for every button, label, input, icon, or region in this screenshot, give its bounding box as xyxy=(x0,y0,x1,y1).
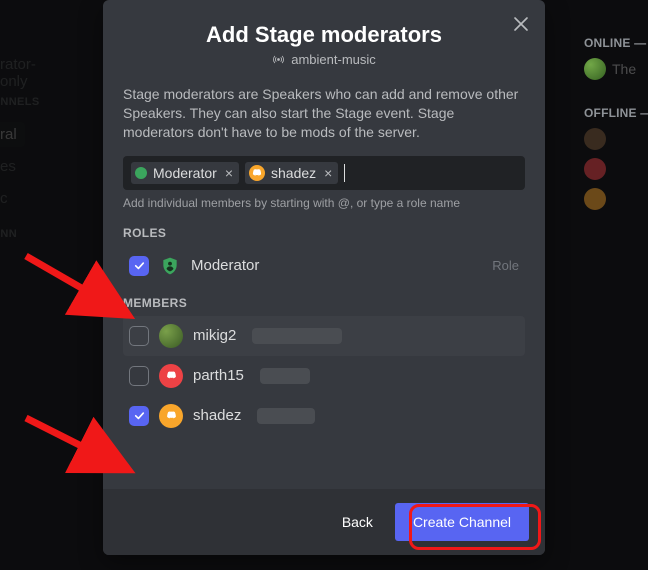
members-online-header: ONLINE — 1 xyxy=(584,36,644,50)
member-list-ghost: ONLINE — 1 The OFFLINE — 3 xyxy=(584,6,644,218)
close-button[interactable] xyxy=(509,12,533,36)
avatar xyxy=(159,364,183,388)
back-button[interactable]: Back xyxy=(326,504,389,540)
row-right-label: Role xyxy=(492,258,519,273)
avatar xyxy=(159,404,183,428)
section-roles-label: ROLES xyxy=(123,226,525,240)
checkbox[interactable] xyxy=(129,406,149,426)
modal-description: Stage moderators are Speakers who can ad… xyxy=(123,85,525,142)
create-channel-button[interactable]: Create Channel xyxy=(395,503,529,541)
add-stage-moderators-modal: Add Stage moderators ambient-music Stage… xyxy=(103,0,545,555)
modal-footer: Back Create Channel xyxy=(103,489,545,555)
role-name: Moderator xyxy=(191,257,259,274)
role-color-dot xyxy=(135,167,147,179)
avatar xyxy=(584,58,606,80)
avatar xyxy=(584,188,606,210)
chip-remove-icon[interactable]: × xyxy=(324,165,332,181)
avatar xyxy=(584,158,606,180)
member-row-parth15[interactable]: parth15 xyxy=(123,356,525,396)
moderator-picker-input[interactable]: Moderator × shadez × xyxy=(123,156,525,190)
chip-remove-icon[interactable]: × xyxy=(225,165,233,181)
member-name: mikig2 xyxy=(193,327,236,344)
discord-logo-icon xyxy=(164,368,179,383)
text-caret xyxy=(344,164,345,182)
stage-channel-icon xyxy=(272,53,285,66)
role-row-moderator[interactable]: Moderator Role xyxy=(123,246,525,286)
checkbox[interactable] xyxy=(129,326,149,346)
close-icon xyxy=(512,15,530,33)
chip-member-shadez[interactable]: shadez × xyxy=(245,162,338,184)
member-name-partial: The xyxy=(612,61,636,77)
discord-logo-icon xyxy=(164,408,179,423)
member-entry xyxy=(584,128,644,150)
check-icon xyxy=(133,409,146,422)
avatar xyxy=(249,165,265,181)
member-entry: The xyxy=(584,58,644,80)
avatar xyxy=(584,128,606,150)
member-entry xyxy=(584,158,644,180)
modal-header: Add Stage moderators ambient-music xyxy=(103,0,545,73)
section-members-label: MEMBERS xyxy=(123,296,525,310)
member-entry xyxy=(584,188,644,210)
discriminator-redacted xyxy=(252,328,342,344)
member-row-mikig2[interactable]: mikig2 xyxy=(123,316,525,356)
modal-title: Add Stage moderators xyxy=(123,22,525,48)
member-name: shadez xyxy=(193,407,241,424)
modal-body: Stage moderators are Speakers who can ad… xyxy=(103,73,545,489)
role-shield-icon xyxy=(159,255,181,277)
member-name: parth15 xyxy=(193,367,244,384)
discriminator-redacted xyxy=(257,408,315,424)
avatar xyxy=(159,324,183,348)
members-offline-header: OFFLINE — 3 xyxy=(584,106,644,120)
chip-role-moderator[interactable]: Moderator × xyxy=(131,162,239,184)
checkbox[interactable] xyxy=(129,366,149,386)
discord-logo-icon xyxy=(250,166,264,180)
channel-name: ambient-music xyxy=(291,52,376,67)
chip-label: shadez xyxy=(271,165,316,181)
discriminator-redacted xyxy=(260,368,310,384)
check-icon xyxy=(133,259,146,272)
chip-label: Moderator xyxy=(153,165,217,181)
input-hint: Add individual members by starting with … xyxy=(123,196,525,210)
member-row-shadez[interactable]: shadez xyxy=(123,396,525,436)
checkbox[interactable] xyxy=(129,256,149,276)
modal-subtitle: ambient-music xyxy=(123,52,525,67)
